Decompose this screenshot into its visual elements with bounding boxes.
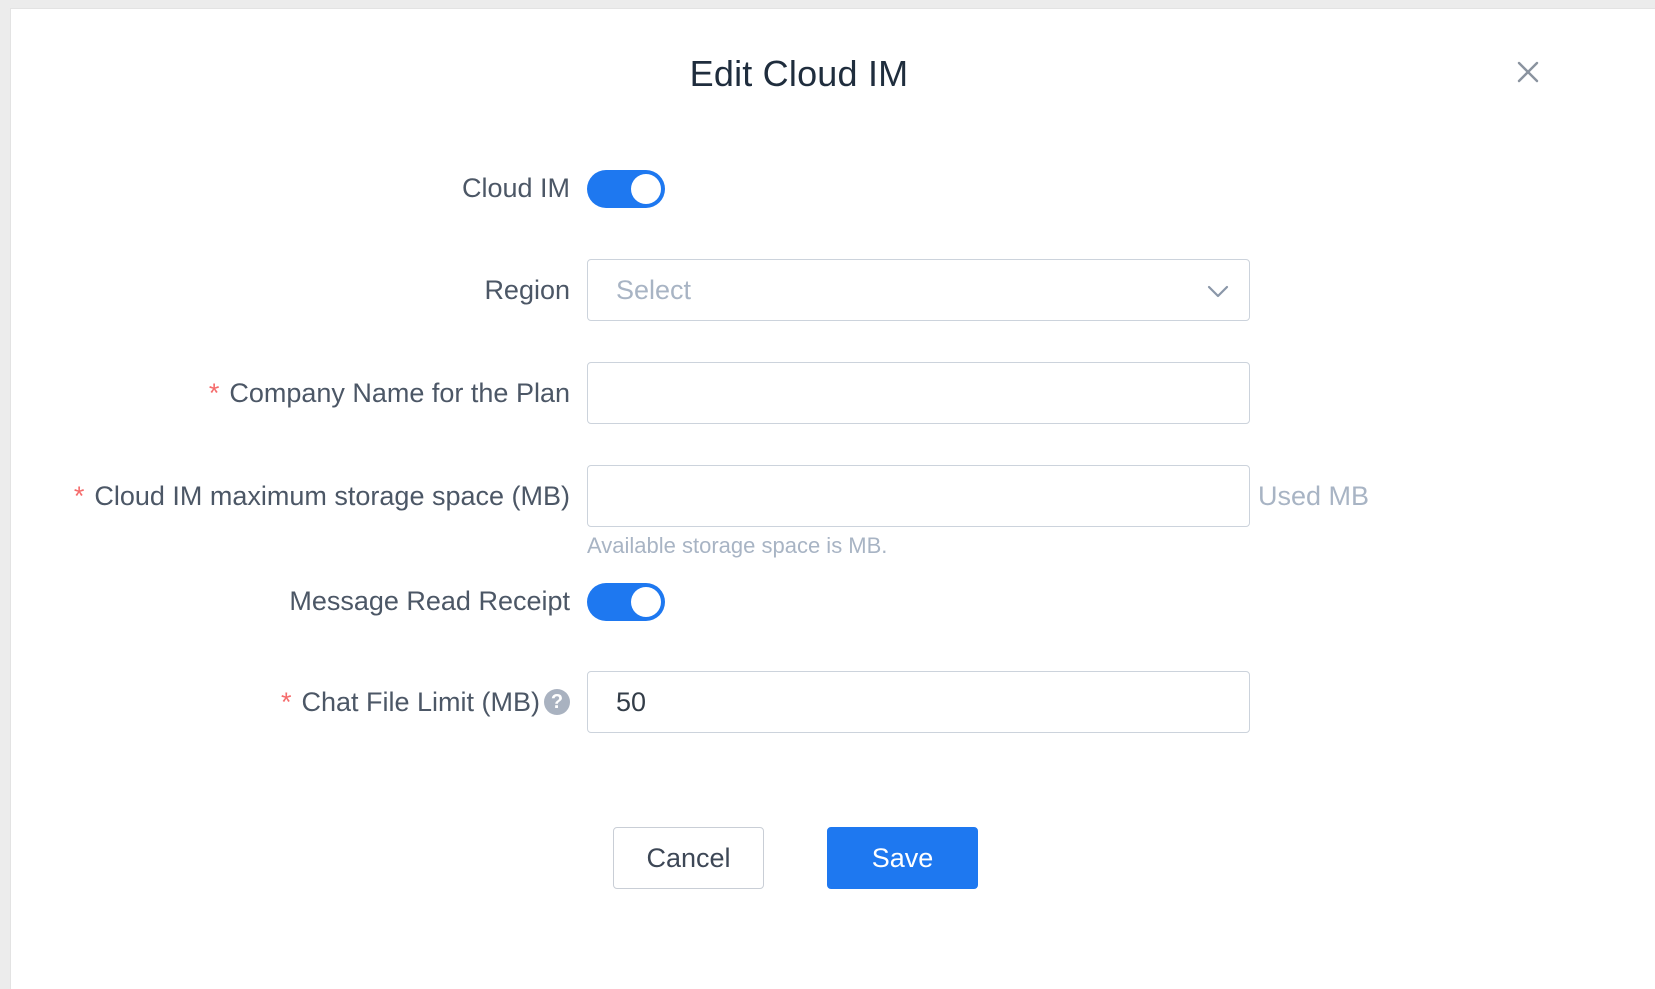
company-name-control (587, 362, 1250, 424)
chat-file-limit-label: * Chat File Limit (MB) ? (281, 671, 570, 733)
available-storage-hint: Available storage space is MB. (587, 533, 888, 558)
used-storage-text: Used MB (1258, 480, 1370, 511)
max-storage-label: * Cloud IM maximum storage space (MB) (73, 480, 570, 511)
region-row: Region Select (11, 259, 1655, 321)
max-storage-control (587, 465, 1250, 527)
close-icon[interactable] (1511, 55, 1545, 89)
read-receipt-label: Message Read Receipt (289, 585, 570, 616)
chat-file-limit-row: * Chat File Limit (MB) ? (11, 671, 1655, 733)
dialog-title: Edit Cloud IM (689, 53, 909, 94)
region-select-wrapper: Select (587, 259, 1250, 321)
cloud-im-row: Cloud IM (11, 157, 1655, 219)
save-button[interactable]: Save (827, 827, 978, 889)
region-select-placeholder: Select (616, 274, 692, 305)
region-label: Region (484, 274, 570, 305)
company-name-input[interactable] (587, 362, 1250, 424)
question-mark-icon[interactable]: ? (544, 689, 570, 715)
region-select[interactable]: Select (587, 259, 1250, 321)
toggle-knob (631, 587, 661, 617)
chat-file-limit-input[interactable] (587, 671, 1250, 733)
required-mark: * (208, 377, 220, 408)
read-receipt-toggle[interactable] (587, 583, 665, 621)
read-receipt-row: Message Read Receipt (11, 570, 1655, 632)
max-storage-input[interactable] (587, 465, 1250, 527)
required-mark: * (73, 480, 85, 511)
cloud-im-toggle[interactable] (587, 170, 665, 208)
cloud-im-label: Cloud IM (461, 172, 570, 203)
cancel-button[interactable]: Cancel (613, 827, 764, 889)
required-mark: * (280, 686, 292, 717)
toggle-knob (631, 174, 661, 204)
edit-cloud-im-dialog: Edit Cloud IM Cloud IM Region Select * C… (10, 8, 1655, 989)
company-name-label: * Company Name for the Plan (208, 377, 570, 408)
max-storage-row: * Cloud IM maximum storage space (MB) Us… (11, 465, 1655, 558)
company-name-row: * Company Name for the Plan (11, 362, 1655, 424)
chat-file-limit-control (587, 671, 1250, 733)
chevron-down-icon (1207, 285, 1229, 298)
